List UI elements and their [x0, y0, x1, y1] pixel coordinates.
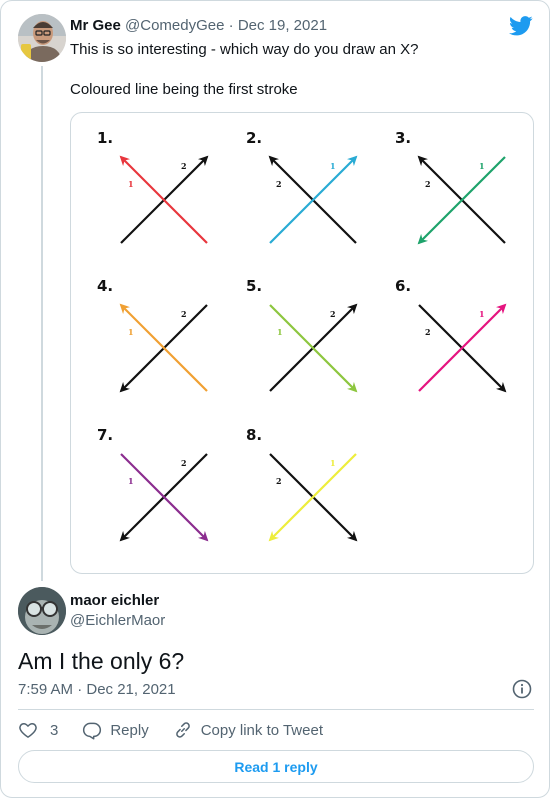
- stroke-label-first: 1: [128, 179, 134, 189]
- stroke-label-second: 2: [276, 476, 282, 486]
- heart-icon: [19, 723, 37, 738]
- avatar-maor-eichler[interactable]: [18, 587, 66, 635]
- x-panel-3: 3.12: [395, 129, 506, 245]
- tweet-text-line-2: Coloured line being the first stroke: [70, 81, 298, 98]
- panel-number: 3.: [395, 129, 411, 147]
- info-icon[interactable]: [512, 679, 532, 699]
- reply-text: Am I the only 6?: [18, 648, 185, 674]
- read-replies-button[interactable]: Read 1 reply: [18, 750, 534, 783]
- panel-number: 2.: [246, 129, 262, 147]
- stroke-label-second: 2: [181, 309, 187, 319]
- tweet-embed-card: Mr Gee @ComedyGee · Dec 19, 2021 This is…: [0, 0, 550, 798]
- stroke-label-first: 1: [479, 161, 485, 171]
- author-name[interactable]: Mr Gee: [70, 17, 121, 34]
- stroke-label-second: 2: [330, 309, 336, 319]
- tweet-media-image[interactable]: 1. 1 2 2. 1 2 3. 1 2 4. 1 2 5. 1 2 6. 1 2 7. 1 2 8. 1 2: [70, 112, 534, 574]
- reply-timestamp[interactable]: 7:59 AM · Dec 21, 2021: [18, 681, 176, 698]
- like-button[interactable]: 3: [18, 720, 58, 740]
- like-count: 3: [50, 721, 59, 739]
- header-separator: ·: [228, 17, 234, 34]
- panel-number: 1.: [97, 129, 113, 147]
- panel-number: 8.: [246, 426, 262, 444]
- x-panel-5: 5.12: [246, 277, 358, 393]
- avatar-mr-gee-image: [18, 14, 66, 62]
- stroke-label-first: 1: [330, 161, 336, 171]
- x-panel-2: 2.12: [246, 129, 358, 244]
- x-panel-7: 7.12: [97, 426, 209, 542]
- reply-author-handle[interactable]: @EichlerMaor: [70, 612, 165, 629]
- stroke-label-second: 2: [425, 179, 431, 189]
- thread-connector-line: [41, 66, 43, 581]
- stroke-label-second: 2: [181, 161, 187, 171]
- reply-label: Reply: [110, 721, 149, 739]
- tweet-text-line-1: This is so interesting - which way do yo…: [70, 41, 419, 58]
- tweet-date[interactable]: Dec 19, 2021: [238, 17, 327, 34]
- action-bar: 3 Reply Copy link to Tweet: [18, 719, 347, 741]
- avatar-maor-eichler-image: [18, 587, 66, 635]
- stroke-label-second: 2: [425, 327, 431, 337]
- x-panel-8: 8.12: [246, 426, 358, 542]
- panel-number: 6.: [395, 277, 411, 295]
- x-panel-4: 4.12: [97, 277, 208, 393]
- avatar-mr-gee[interactable]: [18, 14, 66, 62]
- x-stroke-diagram: 1.122.123.124.125.126.127.128.12: [97, 129, 507, 542]
- action-divider: [18, 709, 534, 710]
- twitter-bird-icon[interactable]: [509, 15, 533, 37]
- copy-link-label: Copy link to Tweet: [200, 721, 323, 739]
- panel-number: 5.: [246, 277, 262, 295]
- stroke-label-first: 1: [479, 309, 485, 319]
- stroke-label-first: 1: [277, 327, 283, 337]
- x-panel-6: 6.12: [395, 277, 507, 393]
- stroke-label-second: 2: [276, 179, 282, 189]
- reply-bubble-icon: [83, 722, 102, 740]
- stroke-label-second: 2: [181, 458, 187, 468]
- panel-number: 4.: [97, 277, 113, 295]
- link-icon: [175, 722, 190, 738]
- copy-link-button[interactable]: Copy link to Tweet: [173, 720, 323, 740]
- tweet-header: Mr Gee @ComedyGee · Dec 19, 2021: [70, 17, 327, 34]
- author-handle[interactable]: @ComedyGee: [125, 17, 224, 34]
- reply-author-name[interactable]: maor eichler: [70, 592, 159, 609]
- reply-button[interactable]: Reply: [82, 720, 149, 740]
- stroke-label-first: 1: [330, 458, 336, 468]
- stroke-label-first: 1: [128, 476, 134, 486]
- stroke-label-first: 1: [128, 327, 134, 337]
- x-panel-1: 1.12: [97, 129, 209, 244]
- panel-number: 7.: [97, 426, 113, 444]
